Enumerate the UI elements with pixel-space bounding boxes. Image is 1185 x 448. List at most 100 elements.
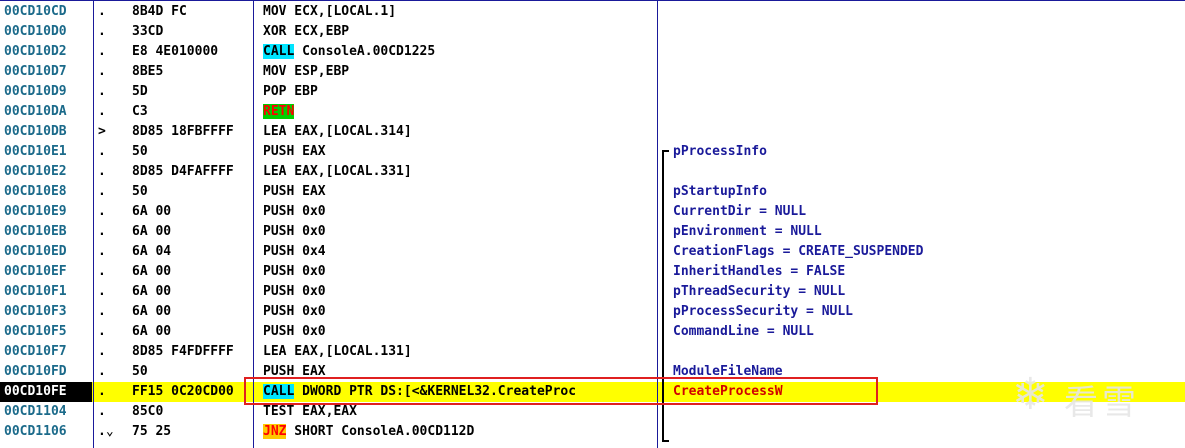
jump-marker: . — [98, 284, 106, 299]
comment-cell: CommandLine = NULL — [673, 324, 814, 339]
address-cell: 00CD10E8 — [4, 184, 67, 199]
jump-marker: . — [98, 404, 106, 419]
disasm-row[interactable]: 00CD10F5. 6A 00 PUSH 0x0 CommandLine = NULL — [0, 322, 1185, 342]
disasm-row[interactable]: 00CD10F7. 8D85 F4FDFFFF LEA EAX,[LOCAL.131… — [0, 342, 1185, 362]
hex-dump-cell: 6A 00 — [132, 324, 172, 339]
mnemonic-retn: RETN — [263, 104, 295, 119]
comment-cell: pProcessSecurity = NULL — [673, 304, 854, 319]
instruction-cell: LEA EAX,[LOCAL.131] — [263, 342, 655, 362]
mnemonic-call: CALL — [263, 44, 295, 59]
address-cell: 00CD10FE — [4, 384, 67, 399]
operands: PUSH 0x0 — [263, 284, 326, 299]
instruction-cell: POP EBP — [263, 82, 655, 102]
operands: LEA EAX,[LOCAL.131] — [263, 344, 412, 359]
operands: SHORT ConsoleA.00CD112D — [286, 424, 475, 439]
address-cell: 00CD10DA — [4, 104, 67, 119]
kanxue-watermark: ❄ 看雪 — [1012, 365, 1162, 425]
instruction-cell: JNZ SHORT ConsoleA.00CD112D — [263, 422, 655, 442]
highlight-box-createprocess-call — [244, 377, 878, 405]
hex-dump-cell: 8D85 F4FDFFFF — [132, 344, 234, 359]
operands: LEA EAX,[LOCAL.314] — [263, 124, 412, 139]
hex-dump-cell: 8BE5 — [132, 64, 164, 79]
disasm-row[interactable]: 00CD10E2. 8D85 D4FAFFFF LEA EAX,[LOCAL.331… — [0, 162, 1185, 182]
instruction-cell: LEA EAX,[LOCAL.331] — [263, 162, 655, 182]
operands: ConsoleA.00CD1225 — [294, 44, 436, 59]
address-cell: 00CD10EF — [4, 264, 67, 279]
instruction-cell: TEST EAX,EAX — [263, 402, 655, 422]
instruction-cell: PUSH 0x0 — [263, 322, 655, 342]
hex-dump-cell: 6A 00 — [132, 284, 172, 299]
disasm-row[interactable]: 00CD10F1. 6A 00 PUSH 0x0 pThreadSecurity = … — [0, 282, 1185, 302]
disasm-row[interactable]: 00CD1106 .⌄ 75 25 JNZ SHORT ConsoleA.00CD11… — [0, 422, 1185, 442]
snowflake-icon: ❄ — [1012, 369, 1049, 420]
jump-marker: . — [98, 204, 106, 219]
instruction-cell: MOV ECX,[LOCAL.1] — [263, 2, 655, 22]
instruction-cell: PUSH 0x0 — [263, 262, 655, 282]
comment-cell — [673, 122, 1185, 142]
instruction-cell: PUSH EAX — [263, 142, 655, 162]
disasm-row[interactable]: 00CD10ED. 6A 04 PUSH 0x4 CreationFlags = CR… — [0, 242, 1185, 262]
address-cell: 00CD10DB — [4, 124, 67, 139]
operands: XOR ECX,EBP — [263, 24, 350, 39]
address-cell: 00CD10CD — [4, 4, 67, 19]
jump-marker: . — [98, 144, 106, 159]
disasm-row[interactable]: 00CD10E9. 6A 00 PUSH 0x0 CurrentDir = NULL — [0, 202, 1185, 222]
comment-cell — [673, 162, 1185, 182]
operands: PUSH 0x0 — [263, 224, 326, 239]
disasm-row[interactable]: 00CD10DB >8D85 18FBFFFF LEA EAX,[LOCAL.314… — [0, 122, 1185, 142]
jump-marker: . — [98, 364, 106, 379]
comment-cell: pStartupInfo — [673, 184, 767, 199]
disasm-row[interactable]: 00CD10DA. C3 RETN — [0, 102, 1185, 122]
instruction-cell: RETN — [263, 102, 655, 122]
mnemonic-jnz: JNZ — [263, 424, 287, 439]
disasm-row[interactable]: 00CD10E8. 50 PUSH EAX pStartupInfo — [0, 182, 1185, 202]
operands: LEA EAX,[LOCAL.331] — [263, 164, 412, 179]
instruction-cell: MOV ESP,EBP — [263, 62, 655, 82]
disasm-row[interactable]: 00CD10E1. 50 PUSH EAX pProcessInfo — [0, 142, 1185, 162]
instruction-cell: PUSH 0x0 — [263, 202, 655, 222]
comment-cell — [673, 102, 1185, 122]
jump-marker: . — [98, 324, 106, 339]
disasm-row[interactable]: 00CD10F3. 6A 00 PUSH 0x0 pProcessSecurity =… — [0, 302, 1185, 322]
jump-marker: . — [98, 184, 106, 199]
comment-cell: CurrentDir = NULL — [673, 204, 807, 219]
disasm-row[interactable]: 00CD10D0. 33CD XOR ECX,EBP — [0, 22, 1185, 42]
jump-marker: . — [98, 304, 106, 319]
disasm-row[interactable]: 00CD10D2. E8 4E010000 CALL ConsoleA.00CD12… — [0, 42, 1185, 62]
address-cell: 00CD10D0 — [4, 24, 67, 39]
hex-dump-cell: 50 — [132, 364, 148, 379]
operands: POP EBP — [263, 84, 318, 99]
jump-marker: . — [98, 344, 106, 359]
comment-cell: pEnvironment = NULL — [673, 224, 822, 239]
address-cell: 00CD10E2 — [4, 164, 67, 179]
instruction-cell: XOR ECX,EBP — [263, 22, 655, 42]
hex-dump-cell: 8D85 18FBFFFF — [132, 124, 234, 139]
comment-cell — [673, 82, 1185, 102]
disasm-row[interactable]: 00CD10D9. 5D POP EBP — [0, 82, 1185, 102]
hex-dump-cell: 6A 00 — [132, 204, 172, 219]
comment-cell — [673, 422, 1185, 442]
jump-marker: . — [98, 244, 106, 259]
jump-marker: . — [98, 104, 106, 119]
disasm-row[interactable]: 00CD10EB. 6A 00 PUSH 0x0 pEnvironment = NUL… — [0, 222, 1185, 242]
instruction-cell: PUSH 0x0 — [263, 282, 655, 302]
top-border — [0, 0, 1185, 1]
address-cell: 00CD10E9 — [4, 204, 67, 219]
instruction-cell: LEA EAX,[LOCAL.314] — [263, 122, 655, 142]
hex-dump-cell: 8B4D FC — [132, 4, 187, 19]
operands: PUSH EAX — [263, 184, 326, 199]
operands: PUSH 0x0 — [263, 324, 326, 339]
hex-dump-cell: 6A 00 — [132, 304, 172, 319]
instruction-cell: PUSH 0x4 — [263, 242, 655, 262]
disasm-row[interactable]: 00CD10EF. 6A 00 PUSH 0x0 InheritHandles = F… — [0, 262, 1185, 282]
disasm-row[interactable]: 00CD10D7. 8BE5 MOV ESP,EBP — [0, 62, 1185, 82]
instruction-cell: PUSH 0x0 — [263, 302, 655, 322]
comment-cell — [673, 22, 1185, 42]
operands: PUSH 0x0 — [263, 204, 326, 219]
instruction-cell: PUSH 0x0 — [263, 222, 655, 242]
address-cell: 00CD10F3 — [4, 304, 67, 319]
address-cell: 00CD10EB — [4, 224, 67, 239]
comment-cell: pThreadSecurity = NULL — [673, 284, 846, 299]
disasm-row[interactable]: 00CD10CD. 8B4D FC MOV ECX,[LOCAL.1] — [0, 2, 1185, 22]
disasm-row[interactable]: 00CD1104. 85C0 TEST EAX,EAX — [0, 402, 1185, 422]
